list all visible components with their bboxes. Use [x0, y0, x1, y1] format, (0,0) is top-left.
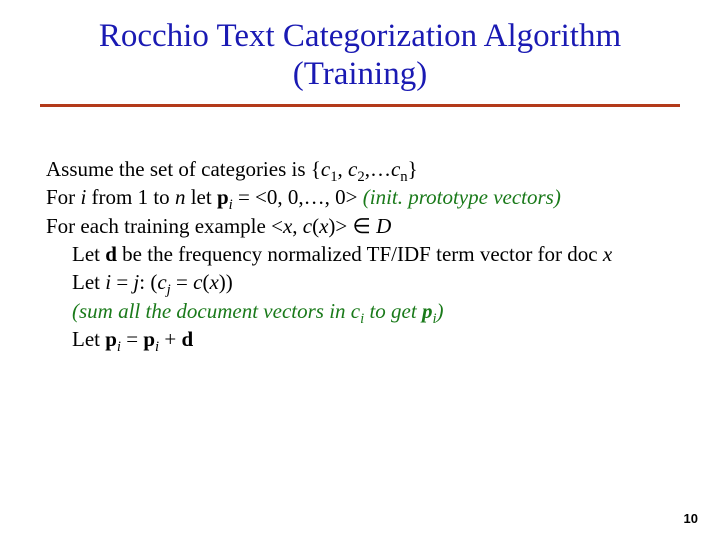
title-line1: Rocchio Text Categorization Algorithm [99, 18, 621, 54]
t: p [143, 327, 155, 351]
page-number: 10 [684, 511, 698, 526]
title-rule [40, 104, 680, 107]
t: Let [72, 270, 105, 294]
t: d [105, 242, 117, 266]
t: > ∈ [335, 214, 376, 238]
t: D [376, 214, 391, 238]
t: = [121, 327, 143, 351]
t: Assume the set of categories is { [46, 157, 321, 181]
line-2: For i from 1 to n let pi = <0, 0,…, 0> (… [46, 183, 680, 211]
t: x [603, 242, 612, 266]
slide-title: Rocchio Text Categorization Algorithm (T… [40, 18, 680, 94]
t: be the frequency normalized TF/IDF term … [117, 242, 603, 266]
line-5: Let i = j: (cj = c(x)) [46, 268, 680, 296]
t: : ( [139, 270, 157, 294]
t: = <0, 0,…, 0> [233, 185, 363, 209]
t: ) [219, 270, 226, 294]
t: p [217, 185, 229, 209]
slide-body: Assume the set of categories is {c1, c2,… [40, 155, 680, 353]
t: n [175, 185, 186, 209]
t: x [209, 270, 218, 294]
t: p [422, 299, 433, 323]
t: } [408, 157, 418, 181]
t: = [171, 270, 193, 294]
t: ) [226, 270, 233, 294]
t: = [111, 270, 133, 294]
line-3: For each training example <x, c(x)> ∈ D [46, 212, 680, 240]
t: x [283, 214, 292, 238]
line-7: Let pi = pi + d [46, 325, 680, 353]
t: let [185, 185, 217, 209]
t: ) [437, 299, 444, 323]
t: c [391, 157, 400, 181]
t: to get [364, 299, 422, 323]
t: c [303, 214, 312, 238]
t: from 1 to [86, 185, 175, 209]
t: Let [72, 242, 105, 266]
t: For each training example < [46, 214, 283, 238]
t: p [105, 327, 117, 351]
t: + [159, 327, 181, 351]
t: ,… [365, 157, 391, 181]
t: c [348, 157, 357, 181]
t: For [46, 185, 80, 209]
comment: (init. prototype vectors) [363, 185, 561, 209]
t: (sum all the document vectors in c [72, 299, 360, 323]
t: , [292, 214, 303, 238]
line-4: Let d be the frequency normalized TF/IDF… [46, 240, 680, 268]
t: c [157, 270, 166, 294]
t: Let [72, 327, 105, 351]
title-line2: (Training) [293, 56, 427, 92]
line-6: (sum all the document vectors in ci to g… [46, 297, 680, 325]
line-1: Assume the set of categories is {c1, c2,… [46, 155, 680, 183]
slide: Rocchio Text Categorization Algorithm (T… [0, 0, 720, 540]
t: , [338, 157, 349, 181]
t: c [321, 157, 330, 181]
t: d [181, 327, 193, 351]
